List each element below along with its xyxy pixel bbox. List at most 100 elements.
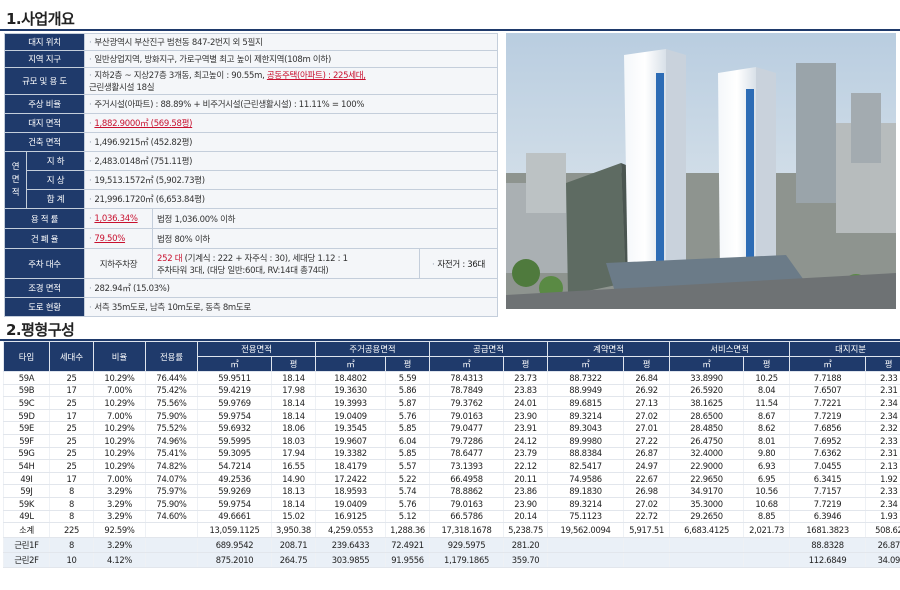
table-cell: 8.62 <box>743 421 790 435</box>
table-cell: 25 <box>49 371 94 385</box>
table-cell: 18.4802 <box>315 371 386 385</box>
table-cell: 28.6500 <box>669 409 744 423</box>
table-cell: 359.70 <box>503 552 548 569</box>
table-cell: 281.20 <box>503 537 548 554</box>
table-cell: 74.9586 <box>547 472 624 486</box>
table-cell: 7.7219 <box>789 497 866 511</box>
table-cell: 2.33 <box>865 434 900 448</box>
table-cell <box>145 522 198 539</box>
table-row: 49L 8 3.29% 74.60% 49.6661 15.02 16.9125 5.12 66… <box>3 510 900 524</box>
table-cell: 24.01 <box>503 396 548 410</box>
table-cell: 92.59% <box>93 522 146 539</box>
page: { "section1": { "title": "1.사업개요", "site… <box>0 0 900 590</box>
table-cell: 22.12 <box>503 459 548 473</box>
table-cell: 7.7157 <box>789 484 866 498</box>
table-cell: 75.97% <box>145 484 198 498</box>
table-cell: 875.2010 <box>197 552 272 569</box>
header-unit-pyeong: 평 <box>385 356 431 372</box>
table-cell: 88.7322 <box>547 371 624 385</box>
table-cell: 24.12 <box>503 434 548 448</box>
table-cell: 10 <box>49 552 94 569</box>
table-cell: 17.98 <box>270 384 316 398</box>
table-cell: 3.29% <box>93 484 146 498</box>
table-cell: 33.8990 <box>669 371 744 385</box>
table-cell: 5,917.51 <box>623 522 670 539</box>
table-cell: 10.29% <box>93 447 146 461</box>
table-cell: 264.75 <box>270 552 316 569</box>
table-cell: 25 <box>49 434 94 448</box>
table-cell: 27.01 <box>623 421 670 435</box>
value-scale-use: · 지하2층 ~ 지상27층 3개동, 최고높이 : 90.55m, 공동주택(아… <box>84 67 498 95</box>
table-cell: 3.29% <box>93 497 146 511</box>
cell-type: 59K <box>3 497 50 511</box>
table-cell: 79.0163 <box>429 409 504 423</box>
table-cell: 18.06 <box>270 421 316 435</box>
table-cell: 59.9269 <box>197 484 272 498</box>
table-cell: 79.3762 <box>429 396 504 410</box>
row-housing-ratio: 주상 비율 · 주거시설(아파트) : 88.89% + 비주거시설(근린생활시설… <box>4 94 498 114</box>
table-cell: 35.3000 <box>669 497 744 511</box>
table-cell: 8.85 <box>743 510 790 524</box>
table-cell: 78.8862 <box>429 484 504 498</box>
value-parking: 252 대 (기계식 : 222 + 자주식 : 30), 세대당 1.12 :… <box>152 248 420 279</box>
label-zoning: 지역 지구 <box>4 50 85 68</box>
value-landscape: · 282.94㎡ (15.03%) <box>84 278 498 298</box>
value-zoning: · 일반상업지역, 방화지구, 가로구역별 최고 높이 제한지역(108m 이하) <box>84 50 498 68</box>
table-cell: 59.3095 <box>197 447 272 461</box>
table-cell: 5.59 <box>385 371 430 385</box>
label-bcr: 건 폐 율 <box>4 228 85 249</box>
table-cell: 1,288.36 <box>385 522 430 539</box>
table-cell: 508.62 <box>865 522 900 539</box>
table-cell: 8.01 <box>743 434 790 448</box>
table-cell: 8 <box>49 537 94 554</box>
table-cell: 25 <box>49 459 94 473</box>
table-cell: 929.5975 <box>429 537 504 554</box>
table-cell: 2.34 <box>865 497 900 511</box>
note-bcr: 법정 80% 이하 <box>152 228 498 249</box>
cell-type: 근린1F <box>3 537 50 554</box>
note-far: 법정 1,036.00% 이하 <box>152 208 498 229</box>
label-floor-above: 지 상 <box>26 170 85 190</box>
value-road: · 서측 35m도로, 남측 10m도로, 동측 8m도로 <box>84 297 498 317</box>
row-floor-area-above: 지 상 · 19,513.1572㎡ (5,902.73평) <box>5 170 498 190</box>
table-cell: 10.68 <box>743 497 790 511</box>
table-cell: 23.86 <box>503 484 548 498</box>
table-row: 59E 25 10.29% 75.52% 59.6932 18.06 19.3545 5.85… <box>3 421 900 435</box>
table-cell: 28.4850 <box>669 421 744 435</box>
table-cell: 7.6952 <box>789 434 866 448</box>
table-cell: 91.9556 <box>385 552 430 569</box>
table-cell: 9.80 <box>743 447 790 461</box>
row-road: 도로 현황 · 서측 35m도로, 남측 10m도로, 동측 8m도로 <box>4 297 498 317</box>
table-cell: 689.9542 <box>197 537 272 554</box>
row-far: 용 적 률 · 1,036.34% 법정 1,036.00% 이하 <box>4 208 498 229</box>
header-unit-pyeong: 평 <box>865 356 900 372</box>
table-cell: 5.76 <box>385 497 430 511</box>
table-cell: 22.67 <box>623 472 670 486</box>
table-cell: 59.5995 <box>197 434 272 448</box>
table-cell: 1.92 <box>865 472 900 486</box>
label-site-location: 대지 위치 <box>4 33 85 51</box>
table-cell: 22.72 <box>623 510 670 524</box>
table-cell: 59.9754 <box>197 409 272 423</box>
table-cell: 14.90 <box>270 472 316 486</box>
table-row: 59K 8 3.29% 75.90% 59.9754 18.14 19.0409 5.76 79… <box>3 497 900 511</box>
table-cell: 7.6856 <box>789 421 866 435</box>
cell-type: 59J <box>3 484 50 498</box>
unit-type-table: 타입 세대수 비율 전용률 전용면적 주거공용면적 공급면적 계약면적 서비스면… <box>3 341 900 569</box>
table-cell <box>743 537 790 554</box>
table-cell: 225 <box>49 522 94 539</box>
table-cell: 8.04 <box>743 384 790 398</box>
table-cell: 5.12 <box>385 510 430 524</box>
table-cell: 26.4750 <box>669 434 744 448</box>
table-cell: 19.3545 <box>315 421 386 435</box>
table-cell: 10.29% <box>93 371 146 385</box>
table-cell: 23.73 <box>503 371 548 385</box>
table-cell: 79.7286 <box>429 434 504 448</box>
table-cell: 59.9511 <box>197 371 272 385</box>
table-row: 49I 17 7.00% 74.07% 49.2536 14.90 17.2422 5.22 6… <box>3 472 900 486</box>
table-cell: 6.3415 <box>789 472 866 486</box>
table-cell: 17,318.1678 <box>429 522 504 539</box>
table-cell: 74.60% <box>145 510 198 524</box>
label-parking: 주차 대수 <box>4 248 85 279</box>
table-cell: 10.29% <box>93 434 146 448</box>
